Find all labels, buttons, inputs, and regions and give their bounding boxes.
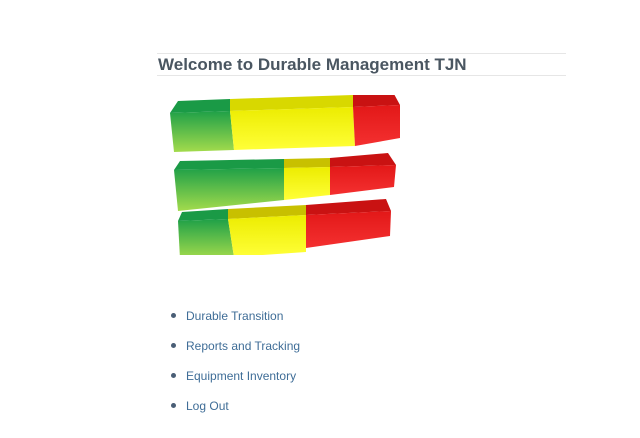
durable-transition-link[interactable]: Durable Transition — [186, 309, 283, 323]
bullet-icon — [171, 313, 176, 318]
page: Welcome to Durable Management TJN Durabl… — [0, 0, 640, 438]
nav-item-log-out: Log Out — [170, 396, 300, 426]
logo-bar-1 — [170, 94, 400, 152]
title-bar: Welcome to Durable Management TJN — [157, 53, 566, 76]
nav-item-durable-transition: Durable Transition — [170, 306, 300, 336]
main-nav: Durable Transition Reports and Tracking … — [170, 306, 300, 426]
equipment-inventory-link[interactable]: Equipment Inventory — [186, 369, 296, 383]
log-out-link[interactable]: Log Out — [186, 399, 229, 413]
status-bars-logo-icon — [160, 94, 410, 259]
nav-item-equipment-inventory: Equipment Inventory — [170, 366, 300, 396]
bullet-icon — [171, 403, 176, 408]
bullet-icon — [171, 343, 176, 348]
reports-and-tracking-link[interactable]: Reports and Tracking — [186, 339, 300, 353]
page-title: Welcome to Durable Management TJN — [158, 55, 467, 74]
bullet-icon — [171, 373, 176, 378]
nav-item-reports-and-tracking: Reports and Tracking — [170, 336, 300, 366]
